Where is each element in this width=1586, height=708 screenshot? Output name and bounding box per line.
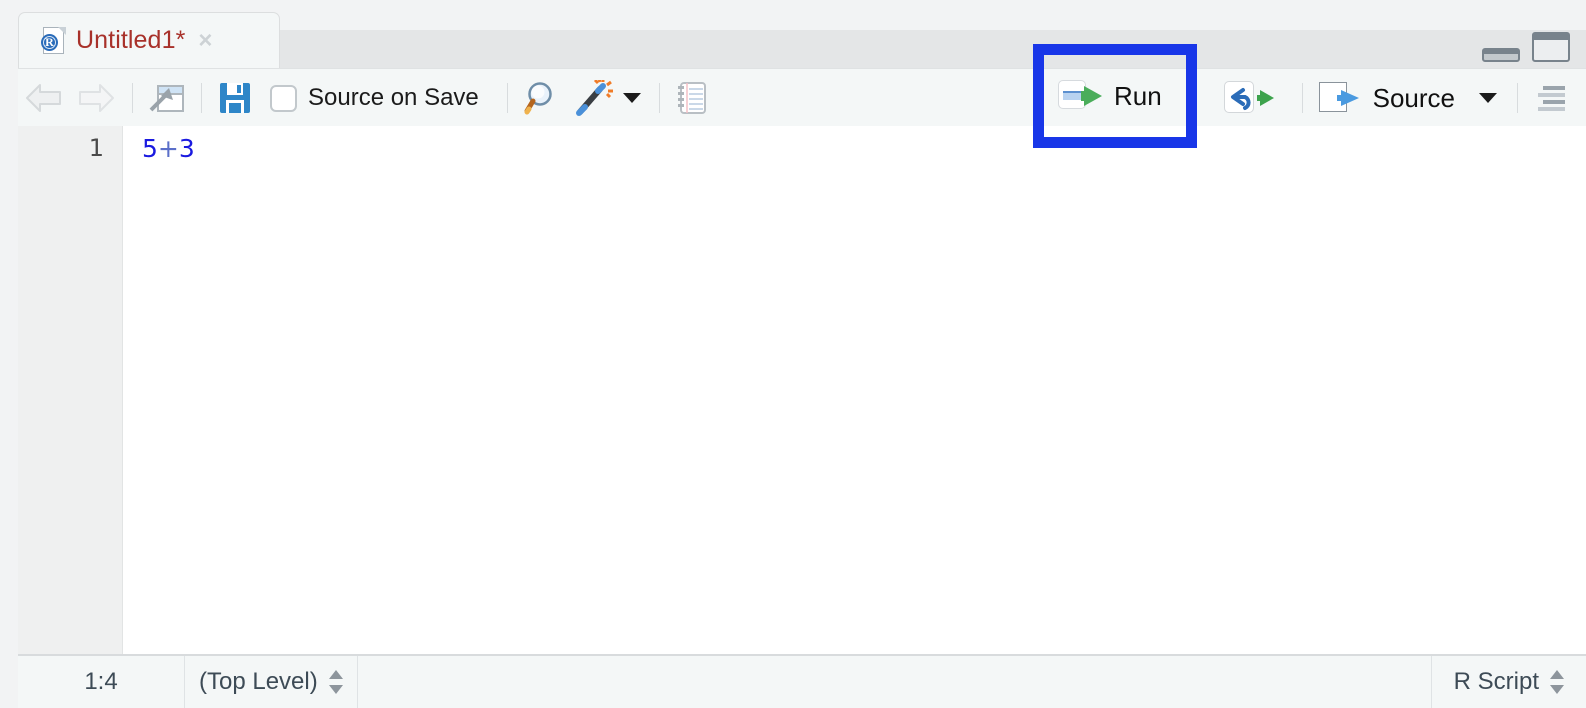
file-type-selector[interactable]: R Script [1430, 656, 1586, 708]
source-on-save-label: Source on Save [308, 84, 479, 111]
code-line-1: 5+3 [142, 134, 1586, 163]
document-outline-button[interactable] [1528, 69, 1586, 127]
chevron-down-icon[interactable] [622, 93, 641, 103]
source-button[interactable]: Source [1313, 69, 1503, 127]
code-token-left: 5 [142, 134, 158, 163]
status-bar-spacer [358, 656, 1431, 708]
notebook-compile-report-icon [676, 81, 708, 115]
tab-strip: R Untitled1* × [18, 12, 1586, 69]
toolbar-separator [132, 83, 133, 113]
toolbar-separator [506, 83, 508, 113]
tab-title: Untitled1* [76, 26, 186, 54]
chevron-down-icon[interactable] [1479, 93, 1497, 103]
file-type-label: R Script [1453, 668, 1539, 695]
forward-button[interactable] [70, 69, 122, 127]
scope-selector[interactable]: (Top Level) [185, 656, 358, 708]
forward-arrow-icon [76, 82, 116, 114]
toolbar-separator [201, 83, 202, 113]
r-script-file-icon: R [41, 26, 67, 56]
run-button[interactable]: Run [1058, 72, 1162, 120]
editor-toolbar: Source on Save Source [18, 68, 1586, 128]
code-text-area[interactable]: 5+3 [123, 126, 1586, 654]
toolbar-separator [658, 83, 660, 113]
save-button[interactable] [212, 69, 258, 127]
source-label: Source [1372, 82, 1455, 113]
source-on-save-checkbox[interactable]: Source on Save [264, 69, 485, 127]
rstudio-source-pane: R Untitled1* × Source on Save Source Run… [0, 0, 1586, 708]
pane-left-margin [0, 0, 18, 708]
magic-wand-code-tools-icon [574, 80, 614, 116]
show-in-new-window-icon [149, 82, 185, 114]
back-button[interactable] [18, 69, 70, 127]
compile-report-button[interactable] [670, 69, 714, 127]
code-token-operator: + [157, 134, 179, 163]
cursor-position: 1:4 [18, 656, 185, 708]
rerun-button[interactable] [1218, 69, 1292, 127]
find-replace-button[interactable] [518, 69, 568, 127]
maximize-pane-icon[interactable] [1532, 32, 1570, 62]
tab-untitled1[interactable]: R Untitled1* × [18, 12, 280, 68]
checkbox-box[interactable] [270, 84, 297, 112]
code-editor[interactable]: 1 5+3 [18, 126, 1586, 655]
close-icon[interactable]: × [198, 28, 212, 53]
back-arrow-icon [24, 82, 64, 114]
line-number-gutter: 1 [18, 126, 123, 654]
magnifier-find-icon [524, 80, 562, 116]
rerun-previous-icon [1223, 81, 1286, 115]
toolbar-separator [1517, 83, 1518, 113]
tab-strip-empty-area [280, 30, 1586, 69]
source-document-icon [1318, 82, 1365, 114]
up-down-stepper-icon[interactable] [328, 669, 343, 695]
show-in-new-window-button[interactable] [143, 69, 191, 127]
code-token-right: 3 [178, 134, 195, 163]
editor-status-bar: 1:4 (Top Level) R Script [18, 655, 1586, 708]
scope-label: (Top Level) [199, 668, 318, 695]
up-down-stepper-icon[interactable] [1550, 669, 1564, 695]
toolbar-separator [1301, 83, 1303, 113]
pane-window-controls [1482, 32, 1570, 62]
run-label: Run [1114, 80, 1162, 111]
r-logo-badge: R [41, 33, 58, 51]
code-tools-button[interactable] [568, 69, 647, 127]
line-number: 1 [88, 134, 104, 162]
minimize-pane-icon[interactable] [1482, 48, 1520, 62]
document-outline-icon [1534, 83, 1568, 113]
run-line-icon [1058, 80, 1106, 112]
save-disk-icon [218, 81, 252, 115]
